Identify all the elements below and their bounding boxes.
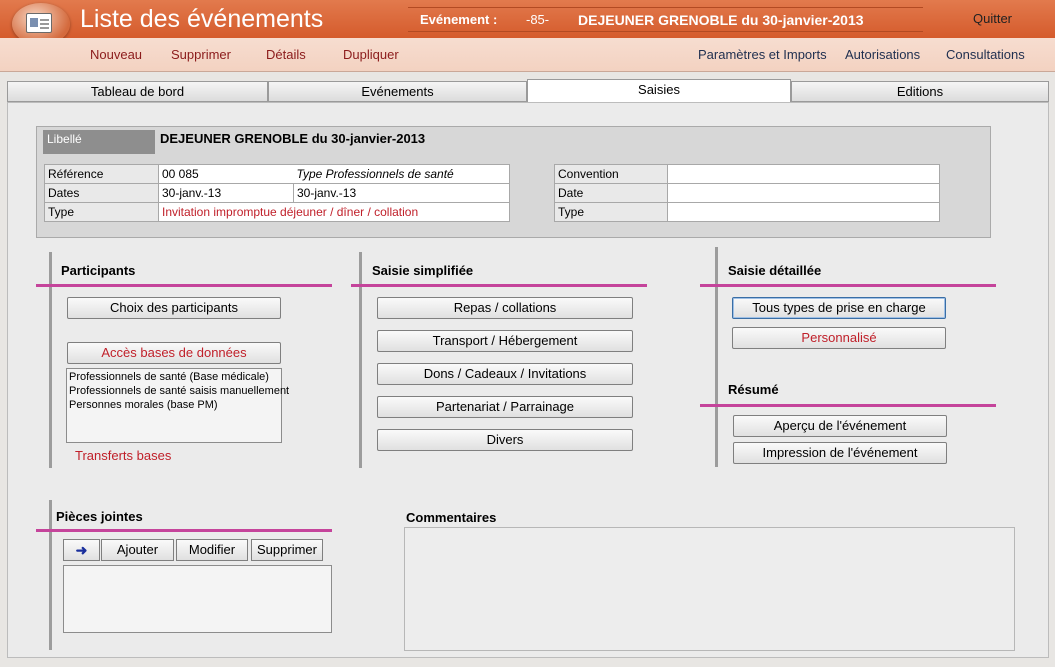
participants-underline (36, 284, 332, 287)
arrow-right-icon: ➜ (75, 542, 88, 558)
date-label: Date (554, 183, 668, 203)
event-print-button[interactable]: Impression de l'événement (733, 442, 947, 464)
event-number: -85- (526, 12, 550, 27)
menu-delete[interactable]: Supprimer (171, 47, 231, 62)
transfer-databases-link[interactable]: Transferts bases (75, 448, 171, 463)
menu-consultations[interactable]: Consultations (946, 47, 1025, 62)
quit-button[interactable]: Quitter (973, 11, 1012, 26)
convention-table: Convention Date Type (554, 164, 940, 222)
database-access-button[interactable]: Accès bases de données (67, 342, 281, 364)
list-item[interactable]: Personnes morales (base PM) (69, 398, 279, 412)
page-title: Liste des événements (80, 5, 324, 33)
current-event-banner: Evénement : -85- DEJEUNER GRENOBLE du 30… (408, 7, 923, 32)
title-bar: Liste des événements Evénement : -85- DE… (0, 0, 1055, 45)
detailed-entry-underline (700, 284, 996, 287)
transport-button[interactable]: Transport / Hébergement (377, 330, 633, 352)
list-item[interactable]: Professionnels de santé saisis manuellem… (69, 384, 289, 398)
event-details-table: Référence 00 085 Type Professionnels de … (44, 164, 510, 222)
menu-settings-imports[interactable]: Paramètres et Imports (698, 47, 827, 62)
professional-type-value: Type Professionnels de santé (293, 164, 510, 184)
event-preview-button[interactable]: Aperçu de l'événement (733, 415, 947, 437)
participants-title: Participants (61, 263, 136, 278)
attachments-list[interactable] (63, 565, 332, 633)
partnership-button[interactable]: Partenariat / Parrainage (377, 396, 633, 418)
tab-dashboard[interactable]: Tableau de bord (7, 81, 268, 102)
libelle-value: DEJEUNER GRENOBLE du 30-janvier-2013 (160, 131, 426, 146)
participant-sources-list[interactable]: Professionnels de santé (Base médicale) … (66, 368, 289, 443)
tab-strip: Tableau de bord Evénements Saisies Editi… (7, 79, 1049, 103)
type-value[interactable]: Invitation impromptue déjeuner / dîner /… (158, 202, 510, 222)
dates-label: Dates (44, 183, 159, 203)
type2-field[interactable] (667, 202, 940, 222)
comments-title: Commentaires (406, 510, 497, 525)
misc-button[interactable]: Divers (377, 429, 633, 451)
all-support-types-button[interactable]: Tous types de prise en charge (732, 297, 946, 319)
reference-value[interactable]: 00 085 (158, 164, 294, 184)
event-name: DEJEUNER GRENOBLE du 30-janvier-2013 (578, 12, 864, 28)
menu-bar: Nouveau Supprimer Détails Dupliquer Para… (0, 38, 1055, 72)
attachments-title: Pièces jointes (56, 509, 143, 524)
edit-attachment-button[interactable]: Modifier (176, 539, 248, 561)
simple-entry-underline (351, 284, 647, 287)
date-field[interactable] (667, 183, 940, 203)
attachments-divider (49, 500, 52, 650)
reference-label: Référence (44, 164, 159, 184)
summary-title: Résumé (728, 382, 779, 397)
convention-label: Convention (554, 164, 668, 184)
convention-field[interactable] (667, 164, 940, 184)
tab-events[interactable]: Evénements (268, 81, 527, 102)
date-start-field[interactable]: 30-janv.-13 (158, 183, 294, 203)
tab-entries[interactable]: Saisies (527, 79, 791, 103)
date-end-field[interactable]: 30-janv.-13 (293, 183, 510, 203)
menu-authorizations[interactable]: Autorisations (845, 47, 920, 62)
comments-textarea[interactable] (404, 527, 1015, 651)
menu-details[interactable]: Détails (266, 47, 306, 62)
tab-editions[interactable]: Editions (791, 81, 1049, 102)
choose-participants-button[interactable]: Choix des participants (67, 297, 281, 319)
event-label: Evénement : (420, 12, 498, 27)
list-item[interactable]: Professionnels de santé (Base médicale) (69, 370, 279, 384)
detailed-entry-divider (715, 247, 718, 467)
attachments-underline (36, 529, 332, 532)
add-attachment-button[interactable]: Ajouter (101, 539, 174, 561)
custom-button[interactable]: Personnalisé (732, 327, 946, 349)
open-attachment-button[interactable]: ➜ (63, 539, 100, 561)
menu-new[interactable]: Nouveau (90, 47, 142, 62)
libelle-label: Libellé (43, 130, 155, 154)
gifts-button[interactable]: Dons / Cadeaux / Invitations (377, 363, 633, 385)
detailed-entry-title: Saisie détaillée (728, 263, 822, 278)
type-label: Type (44, 202, 159, 222)
simple-entry-title: Saisie simplifiée (372, 263, 474, 278)
summary-underline (700, 404, 996, 407)
meals-button[interactable]: Repas / collations (377, 297, 633, 319)
type2-label: Type (554, 202, 668, 222)
menu-duplicate[interactable]: Dupliquer (343, 47, 399, 62)
delete-attachment-button[interactable]: Supprimer (251, 539, 323, 561)
